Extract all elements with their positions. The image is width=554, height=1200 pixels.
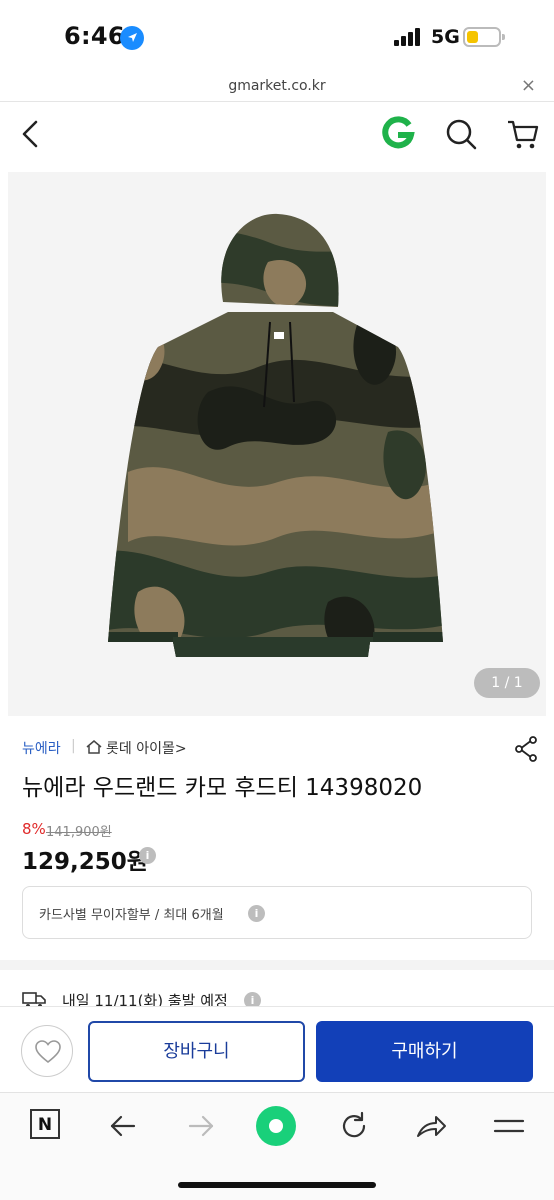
original-price: 141,900원 — [46, 825, 112, 840]
gmarket-logo-icon[interactable] — [380, 116, 416, 152]
battery-icon — [463, 27, 505, 47]
location-arrow-icon — [120, 26, 144, 50]
url-bar[interactable]: gmarket.co.kr × — [0, 72, 554, 102]
forward-icon[interactable] — [184, 1109, 218, 1143]
price-info-icon[interactable]: i — [139, 847, 156, 864]
sale-price: 129,250원 — [22, 849, 148, 875]
product-title: 뉴에라 우드랜드 카모 후드티 14398020 — [22, 775, 423, 801]
share-forward-icon[interactable] — [414, 1109, 448, 1143]
discount-rate: 8% — [22, 820, 46, 838]
card-installment-text: 카드사별 무이자할부 / 최대 6개월 — [39, 908, 224, 923]
buy-now-button[interactable]: 구매하기 — [316, 1021, 533, 1082]
status-time: 6:46 — [64, 22, 125, 50]
cart-icon[interactable] — [506, 116, 540, 152]
back-icon[interactable] — [106, 1109, 140, 1143]
cellular-signal-icon — [394, 28, 424, 46]
divider: | — [71, 738, 76, 754]
section-divider — [0, 960, 554, 970]
card-installment-box[interactable]: 카드사별 무이자할부 / 최대 6개월 i — [22, 886, 532, 939]
status-bar: 6:46 5G — [0, 0, 554, 72]
purchase-action-bar: 장바구니 구매하기 — [0, 1006, 554, 1092]
green-dot-icon[interactable] — [256, 1106, 296, 1146]
network-type: 5G — [431, 26, 460, 48]
add-to-cart-button[interactable]: 장바구니 — [88, 1021, 305, 1082]
heart-icon — [35, 1040, 61, 1064]
search-icon[interactable] — [444, 116, 478, 152]
close-icon[interactable]: × — [521, 75, 536, 96]
back-arrow-icon[interactable] — [18, 116, 48, 152]
share-icon[interactable] — [514, 736, 538, 762]
menu-icon[interactable] — [492, 1109, 526, 1143]
brand-link[interactable]: 뉴에라 — [22, 738, 61, 758]
hoodie-image — [108, 213, 443, 657]
brand-row: 뉴에라 | 롯데 아이몰> — [22, 736, 538, 762]
image-counter: 1 / 1 — [474, 668, 540, 698]
store-home-icon[interactable] — [86, 739, 102, 755]
site-header — [0, 102, 554, 166]
url-domain[interactable]: gmarket.co.kr — [0, 78, 554, 94]
naver-home-button[interactable]: N — [30, 1109, 60, 1139]
refresh-icon[interactable] — [337, 1109, 371, 1143]
store-link[interactable]: 롯데 아이몰> — [106, 738, 187, 758]
wishlist-button[interactable] — [21, 1025, 73, 1077]
card-info-icon[interactable]: i — [248, 905, 265, 922]
product-image-carousel[interactable]: 1 / 1 — [8, 172, 546, 716]
home-indicator — [178, 1182, 376, 1188]
